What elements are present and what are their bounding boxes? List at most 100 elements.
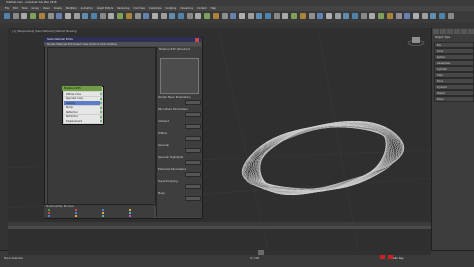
- toolbar-button[interactable]: [439, 13, 445, 19]
- toolbar-button[interactable]: [421, 13, 428, 19]
- toolbar-button[interactable]: [221, 13, 228, 19]
- material-slot[interactable]: Reflection: [64, 110, 100, 114]
- material-map-icon[interactable]: [129, 209, 131, 211]
- material-slot[interactable]: Specular Color: [64, 96, 100, 101]
- toolbar-button[interactable]: [12, 13, 19, 19]
- param-spinner[interactable]: [185, 196, 201, 201]
- material-map-icon[interactable]: [48, 209, 50, 211]
- toolbar-button[interactable]: [265, 13, 271, 19]
- toolbar-button[interactable]: [360, 13, 367, 19]
- material-map-icon[interactable]: [75, 209, 77, 211]
- param-spinner[interactable]: [185, 100, 201, 105]
- slot-socket-icon[interactable]: [100, 102, 102, 104]
- toolbar-button[interactable]: [4, 13, 10, 19]
- material-slot[interactable]: Opacity: [64, 101, 100, 105]
- time-slider[interactable]: [8, 250, 431, 255]
- toolbar-button[interactable]: [56, 13, 63, 19]
- material-slot[interactable]: Refraction: [64, 114, 100, 119]
- toolbar-button[interactable]: [169, 13, 176, 19]
- slot-socket-icon[interactable]: [100, 97, 102, 100]
- toolbar-button[interactable]: [47, 13, 54, 19]
- toolbar-button[interactable]: [212, 13, 219, 19]
- toolbar-button[interactable]: [186, 13, 193, 19]
- toolbar-button[interactable]: [160, 13, 167, 19]
- toolbar-button[interactable]: [143, 13, 150, 19]
- material-map-icon[interactable]: [129, 215, 131, 217]
- slot-socket-icon[interactable]: [100, 111, 102, 113]
- toolbar-button[interactable]: [238, 13, 245, 19]
- slot-socket-icon[interactable]: [100, 93, 102, 95]
- toolbar-button[interactable]: [447, 13, 454, 19]
- slate-menu[interactable]: Modes Material Edit Select View Options …: [47, 43, 117, 46]
- toolbar-button[interactable]: [378, 13, 385, 19]
- material-map-icon[interactable]: [129, 212, 131, 214]
- material-map-icon[interactable]: [102, 209, 104, 211]
- auto-key-button[interactable]: Auto Key: [392, 257, 404, 260]
- scene-explorer-strip[interactable]: [0, 28, 8, 250]
- slot-socket-icon[interactable]: [100, 106, 102, 109]
- toolbar-button[interactable]: [395, 13, 402, 19]
- material-slot[interactable]: Bump: [64, 105, 100, 110]
- slate-menu-bar[interactable]: Modes Material Edit Select View Options …: [44, 42, 201, 46]
- toolbar-button[interactable]: [195, 13, 202, 19]
- toolbar-button[interactable]: [178, 13, 184, 19]
- set-key-icon[interactable]: [388, 255, 393, 259]
- param-spinner[interactable]: [185, 124, 201, 129]
- param-rollout[interactable]: Ambient: [158, 120, 169, 123]
- param-spinner[interactable]: [185, 148, 201, 153]
- param-spinner[interactable]: [185, 112, 201, 117]
- material-map-icon[interactable]: [48, 215, 50, 217]
- toolbar-button[interactable]: [334, 13, 341, 19]
- toolbar-button[interactable]: [308, 13, 315, 19]
- toolbar-button[interactable]: [325, 13, 332, 19]
- toolbar-button[interactable]: [291, 13, 298, 19]
- material-map-icon[interactable]: [75, 212, 77, 214]
- close-icon[interactable]: [195, 37, 199, 42]
- toolbar-button[interactable]: [108, 13, 115, 19]
- command-panel-tab[interactable]: [461, 29, 467, 34]
- command-panel-tab[interactable]: [440, 29, 446, 34]
- toolbar-button[interactable]: [82, 13, 89, 19]
- toolbar-button[interactable]: [317, 13, 324, 19]
- toolbar-button[interactable]: [352, 13, 358, 19]
- toolbar-button[interactable]: [369, 13, 376, 19]
- command-panel-tab[interactable]: [468, 29, 474, 34]
- toolbar-button[interactable]: [247, 13, 254, 19]
- toolbar-button[interactable]: [343, 13, 350, 19]
- node-graph-view[interactable]: [47, 47, 156, 206]
- toolbar-button[interactable]: [430, 13, 437, 19]
- material-node-header[interactable]: Material #25: [62, 86, 102, 91]
- command-panel-tab[interactable]: [447, 29, 453, 34]
- param-rollout[interactable]: Shader Basic Parameters: [158, 96, 191, 99]
- toolbar-button[interactable]: [91, 13, 97, 19]
- param-rollout[interactable]: Extended Parameters: [158, 168, 186, 171]
- toolbar-button[interactable]: [73, 13, 80, 19]
- material-map-icon[interactable]: [48, 212, 50, 214]
- material-map-icon[interactable]: [102, 215, 104, 217]
- toolbar-button[interactable]: [230, 13, 237, 19]
- toolbar-button[interactable]: [64, 13, 71, 19]
- timeline-ruler[interactable]: [8, 226, 431, 229]
- toolbar-button[interactable]: [404, 13, 411, 19]
- toolbar-button[interactable]: [134, 13, 141, 19]
- toolbar-button[interactable]: [38, 13, 45, 19]
- material-slot[interactable]: Displacement: [64, 119, 100, 123]
- command-panel-tab[interactable]: [454, 29, 460, 34]
- param-rollout[interactable]: Maps: [158, 192, 165, 195]
- param-rollout[interactable]: Specular: [158, 144, 169, 147]
- toolbar-button[interactable]: [299, 13, 306, 19]
- param-spinner[interactable]: [185, 160, 201, 165]
- toolbar-button[interactable]: [125, 13, 132, 19]
- command-panel-tab[interactable]: [433, 29, 439, 34]
- object-type-button[interactable]: Plane: [434, 96, 474, 102]
- material-map-icon[interactable]: [102, 212, 104, 214]
- param-rollout[interactable]: Specular Highlights: [158, 156, 183, 159]
- slot-socket-icon[interactable]: [100, 115, 102, 118]
- toolbar-button[interactable]: [30, 13, 37, 19]
- toolbar-button[interactable]: [282, 13, 289, 19]
- toolbar-button[interactable]: [273, 13, 280, 19]
- param-rollout[interactable]: SuperSampling: [158, 180, 178, 183]
- toolbar-button[interactable]: [412, 13, 419, 19]
- param-rollout[interactable]: Diffuse: [158, 132, 167, 135]
- viewport-label[interactable]: [+] [Perspective] [User Defined] [Defaul…: [12, 30, 77, 33]
